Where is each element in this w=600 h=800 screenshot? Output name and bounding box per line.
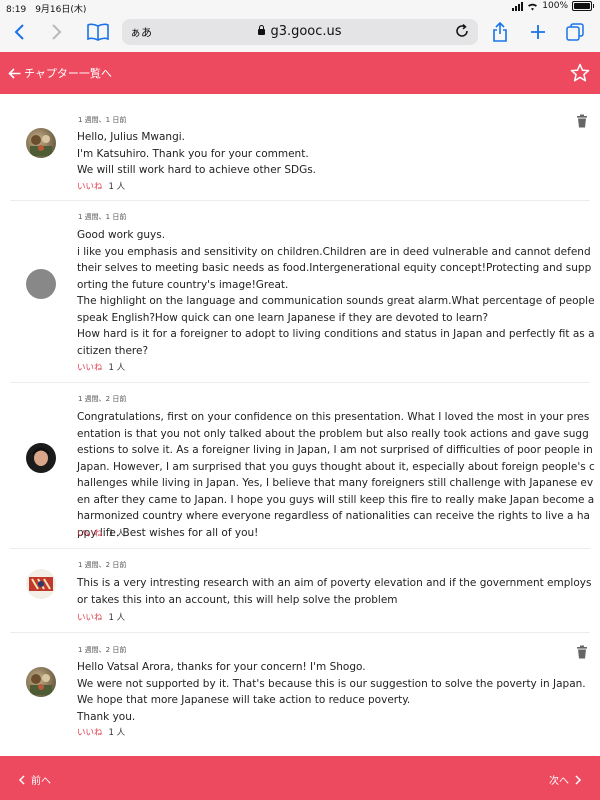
comment-timestamp: 1 週間、1 日前 — [78, 116, 127, 124]
avatar[interactable] — [26, 128, 56, 158]
new-tab-icon[interactable] — [526, 20, 550, 44]
wifi-icon — [528, 3, 538, 10]
trash-icon[interactable] — [576, 645, 588, 659]
app-header: チャプター一覧へ — [0, 52, 600, 94]
bookmarks-icon[interactable] — [86, 20, 110, 44]
status-bar: 8:19 9月16日(木) 100% — [0, 0, 600, 15]
comment-text: Good work guys. i like you emphasis and … — [77, 229, 595, 357]
comment-timestamp: 1 週間、2 日前 — [78, 646, 127, 654]
back-link-label: チャプター一覧へ — [24, 67, 112, 80]
browser-toolbar: ぁあ g3.gooc.us — [0, 14, 600, 53]
comment-item: 1 週間、2 日前 Hello Vatsal Arora, thanks for… — [10, 633, 590, 753]
comment-item: 1 週間、2 日前 This is a very intresting rese… — [10, 549, 591, 633]
like-count: 1 人 — [108, 613, 126, 623]
battery-icon — [572, 1, 592, 11]
comment-item: 1 週間、2 日前 Congratulations, first on your… — [10, 383, 595, 549]
next-label: 次へ — [549, 776, 569, 787]
signal-icon — [512, 1, 524, 11]
chapter-list-back-link[interactable]: チャプター一覧へ — [8, 65, 112, 81]
status-indicators: 100% — [512, 1, 594, 11]
avatar[interactable] — [26, 443, 56, 473]
like-row: いいね 1 人 — [77, 180, 125, 192]
star-icon[interactable] — [570, 63, 590, 83]
comment-item: 1 週間、1 日前 Hello, Julius Mwangi. I'm Kats… — [10, 94, 590, 201]
like-count: 1 人 — [108, 182, 126, 192]
next-button[interactable]: 次へ — [549, 772, 582, 787]
comment-text: Congratulations, first on your confidenc… — [77, 411, 598, 539]
comment-list: 1 週間、1 日前 Hello, Julius Mwangi. I'm Kats… — [0, 94, 600, 756]
address-bar[interactable]: ぁあ g3.gooc.us — [122, 19, 478, 45]
url-domain: g3.gooc.us — [270, 24, 342, 39]
comment-item: 1 週間、1 日前 Good work guys. i like you emp… — [10, 201, 595, 383]
like-button[interactable]: いいね — [77, 529, 103, 539]
like-row: いいね 1 人 — [77, 726, 125, 738]
share-icon[interactable] — [488, 20, 512, 44]
comment-timestamp: 1 週間、1 日前 — [78, 213, 127, 221]
chevron-right-icon — [575, 774, 582, 785]
reload-icon[interactable] — [454, 23, 470, 39]
avatar[interactable] — [26, 269, 56, 299]
pagination-bar: 前へ 次へ — [0, 756, 600, 800]
trash-icon[interactable] — [576, 114, 588, 128]
arrow-left-icon — [8, 67, 21, 79]
like-button[interactable]: いいね — [77, 182, 103, 192]
like-button[interactable]: いいね — [77, 728, 103, 738]
prev-button[interactable]: 前へ — [18, 772, 51, 787]
like-row: いいね 1 人 — [77, 527, 125, 539]
back-chevron-icon[interactable] — [8, 20, 32, 44]
like-count: 1 人 — [108, 728, 126, 738]
comment-text: Hello, Julius Mwangi. I'm Katsuhiro. Tha… — [77, 131, 317, 176]
prev-label: 前へ — [31, 776, 51, 787]
comment-timestamp: 1 週間、2 日前 — [78, 561, 127, 569]
like-count: 1 人 — [108, 529, 126, 539]
lock-icon — [258, 25, 266, 35]
like-button[interactable]: いいね — [77, 613, 103, 623]
tabs-overview-icon[interactable] — [563, 20, 587, 44]
like-row: いいね 1 人 — [77, 611, 125, 623]
avatar[interactable] — [26, 569, 56, 599]
battery-percent: 100% — [542, 1, 568, 11]
like-row: いいね 1 人 — [77, 361, 125, 373]
chevron-left-icon — [18, 774, 25, 785]
forward-chevron-icon[interactable] — [44, 20, 68, 44]
like-button[interactable]: いいね — [77, 363, 103, 373]
comment-text: This is a very intresting research with … — [77, 577, 595, 606]
comment-timestamp: 1 週間、2 日前 — [78, 395, 127, 403]
avatar[interactable] — [26, 667, 56, 697]
comment-text: Hello Vatsal Arora, thanks for your conc… — [77, 661, 586, 723]
like-count: 1 人 — [108, 363, 126, 373]
url-display: g3.gooc.us — [122, 24, 478, 39]
